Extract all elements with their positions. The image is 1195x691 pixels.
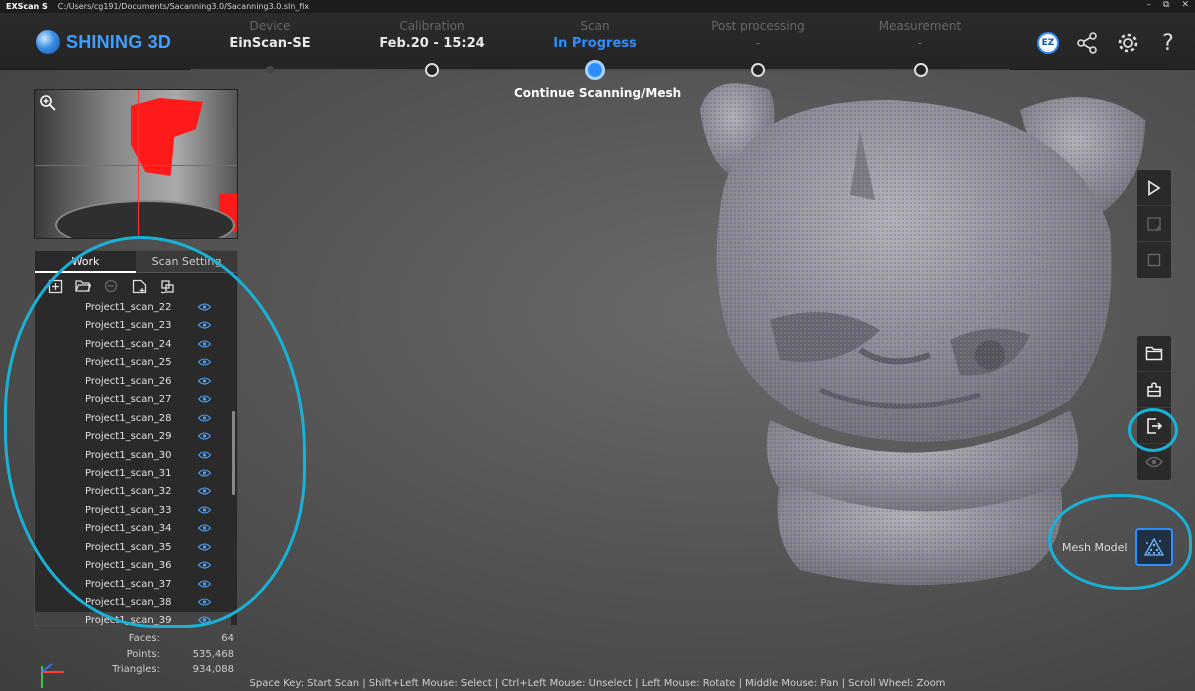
step-value: EinScan-SE (229, 36, 311, 51)
step-device[interactable]: Device EinScan-SE (190, 19, 350, 51)
faces-label: Faces: (128, 633, 160, 644)
help-button[interactable]: ? (1155, 30, 1181, 56)
step-scan[interactable]: Scan In Progress (515, 19, 675, 51)
step-measurement[interactable]: Measurement - (840, 19, 1000, 51)
header-icons: EZ ? (1035, 30, 1181, 56)
help-icon: ? (1162, 30, 1174, 56)
play-scan-button[interactable] (1137, 170, 1171, 206)
zoom-in-icon (40, 95, 56, 111)
share-button[interactable] (1075, 30, 1101, 56)
step-label: Measurement (878, 19, 962, 33)
resize-icon (1147, 216, 1161, 231)
stop-icon (1147, 253, 1161, 267)
align-button[interactable] (1137, 372, 1171, 408)
settings-button[interactable] (1115, 30, 1141, 56)
points-value: 535,468 (192, 648, 234, 660)
brand-logo: SHINING 3D (36, 30, 171, 54)
step-label: Device (249, 19, 291, 33)
annotation-circle-export (1128, 408, 1178, 452)
eye-icon (1145, 456, 1163, 468)
brand-name: SHINING 3D (66, 31, 172, 52)
step-label: Post processing (711, 19, 805, 33)
puzzle-icon (1147, 381, 1161, 397)
stop-button[interactable] (1137, 242, 1171, 278)
zoom-button[interactable] (39, 94, 57, 112)
minimize-button[interactable]: – (1147, 0, 1152, 10)
annotation-circle-panel (4, 236, 306, 628)
step-value: Feb.20 - 15:24 (379, 36, 485, 51)
window-controls: – ⧉ ✕ (1147, 0, 1189, 10)
points-label: Points: (126, 648, 160, 660)
file-path: C:/Users/cg191/Documents/Sacanning3.0/Sa… (57, 2, 310, 11)
close-button[interactable]: ✕ (1181, 0, 1189, 10)
continue-scanning-label[interactable]: Continue Scanning/Mesh (514, 86, 681, 100)
step-label: Calibration (399, 19, 465, 33)
faces-value: 64 (221, 633, 234, 644)
step-device-dot[interactable] (266, 66, 274, 74)
play-icon (1148, 179, 1161, 196)
pause-button[interactable] (1137, 206, 1171, 242)
logo-icon (36, 30, 60, 54)
step-scan-dot[interactable] (585, 60, 605, 80)
step-calibration-dot[interactable] (425, 63, 439, 77)
step-value: In Progress (553, 36, 637, 51)
maximize-button[interactable]: ⧉ (1163, 0, 1169, 10)
camera-preview (34, 89, 238, 239)
preview-crosshair (35, 165, 237, 166)
preview-crosshair (138, 90, 139, 238)
share-icon (1077, 32, 1097, 54)
folder-icon (1145, 346, 1163, 361)
step-label: Scan (580, 19, 610, 33)
step-value: - (917, 36, 923, 51)
scan-controls-toolbar (1136, 169, 1172, 279)
step-calibration[interactable]: Calibration Feb.20 - 15:24 (352, 19, 512, 51)
app-name: EXScan S (6, 2, 48, 11)
annotation-circle-mesh (1048, 494, 1192, 590)
shortcut-hints: Space Key: Start Scan | Shift+Left Mouse… (249, 678, 946, 689)
step-post-processing[interactable]: Post processing - (678, 19, 838, 51)
step-value: - (755, 36, 761, 51)
ez-button[interactable]: EZ (1035, 30, 1061, 56)
preview-turntable (55, 200, 235, 238)
ez-icon: EZ (1037, 32, 1059, 54)
open-project-button[interactable] (1137, 336, 1171, 372)
title-bar: EXScan S C:/Users/cg191/Documents/Sacann… (0, 0, 1195, 13)
workflow-steps: Device EinScan-SE Calibration Feb.20 - 1… (190, 13, 1010, 80)
header: SHINING 3D Device EinScan-SE Calibration… (0, 13, 1195, 80)
model-stats: Faces: 64 Points: 535,468 Triangles: 934,08… (96, 633, 234, 680)
gear-icon (1118, 33, 1138, 53)
